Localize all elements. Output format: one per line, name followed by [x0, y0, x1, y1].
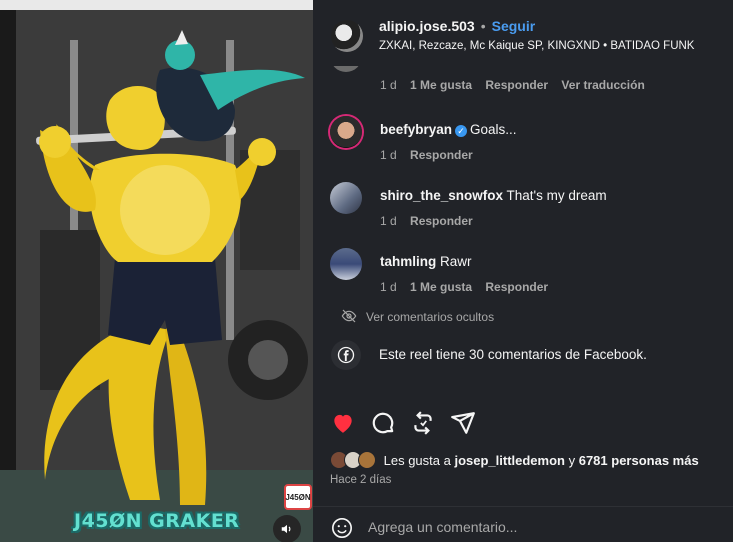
comment-avatar[interactable]: [330, 116, 362, 148]
author-line: alipio.jose.503 • Seguir: [379, 18, 535, 34]
author-avatar[interactable]: [331, 20, 363, 52]
likes-prefix: Les gusta a: [383, 453, 455, 468]
comment-meta: 1 d 1 Me gusta Responder: [380, 280, 558, 294]
comment-composer: [313, 506, 733, 542]
author-username[interactable]: alipio.jose.503: [379, 18, 475, 34]
audio-attribution[interactable]: ZXKAI, Rezcaze, Mc Kaique SP, KINGXND • …: [379, 40, 694, 52]
view-hidden-comments-button[interactable]: Ver comentarios ocultos: [341, 308, 494, 324]
comment-meta: 1 d Responder: [380, 214, 483, 228]
follow-button[interactable]: Seguir: [492, 18, 536, 34]
comment-time: 1 d: [380, 148, 397, 162]
comment-body: Goals...: [470, 122, 517, 137]
comment-avatar[interactable]: [330, 182, 362, 214]
comment-body: Rawr: [440, 254, 472, 269]
comment-meta: 1 d Responder: [380, 148, 483, 162]
comment-input[interactable]: [368, 516, 708, 538]
comment-time: 1 d: [380, 78, 397, 92]
liker-avatars: [330, 451, 380, 469]
likes-summary[interactable]: Les gusta a josep_littledemon y 6781 per…: [330, 451, 699, 469]
reply-button[interactable]: Responder: [485, 78, 548, 92]
likes-middle: y: [564, 453, 579, 468]
facebook-icon: [331, 340, 361, 370]
comment-likes-link[interactable]: 1 Me gusta: [410, 280, 472, 294]
comment-meta: 1 d 1 Me gusta Responder Ver traducción: [380, 78, 655, 92]
repost-icon[interactable]: [410, 410, 436, 436]
comment-username[interactable]: shiro_the_snowfox: [380, 188, 503, 203]
artist-logo: J45ØN: [284, 484, 312, 510]
comment-text: tahmling Rawr: [380, 254, 472, 269]
separator-dot: •: [480, 18, 486, 34]
verified-badge-icon: ✓: [455, 125, 468, 137]
reply-button[interactable]: Responder: [410, 148, 473, 162]
see-translation-link[interactable]: Ver traducción: [561, 78, 644, 92]
likes-count[interactable]: 6781 personas más: [579, 453, 699, 468]
eye-slash-icon: [341, 309, 357, 323]
speaker-icon: [281, 524, 291, 534]
comment-username[interactable]: beefybryan: [380, 122, 452, 137]
emoji-icon[interactable]: [331, 517, 353, 539]
mute-button[interactable]: [273, 515, 301, 542]
comment-time: 1 d: [380, 214, 397, 228]
comment-body: That's my dream: [506, 188, 607, 203]
comment-likes-link[interactable]: 1 Me gusta: [410, 78, 472, 92]
comment-text: shiro_the_snowfox That's my dream: [380, 188, 607, 203]
post-header: alipio.jose.503 • Seguir ZXKAI, Rezcaze, M…: [313, 0, 733, 66]
reply-button[interactable]: Responder: [485, 280, 548, 294]
post-panel: 1 d 1 Me gusta Responder Ver traducción …: [313, 0, 733, 542]
comment-time: 1 d: [380, 280, 397, 294]
comment-username[interactable]: tahmling: [380, 254, 436, 269]
view-hidden-comments-label: Ver comentarios ocultos: [366, 310, 495, 324]
like-heart-icon[interactable]: [330, 410, 356, 436]
facebook-note-text: Este reel tiene 30 comentarios de Facebo…: [379, 347, 647, 362]
reel-media[interactable]: J45ØN GRAKER J45ØN: [0, 0, 313, 542]
liker-username[interactable]: josep_littledemon: [454, 453, 565, 468]
comment-avatar[interactable]: [330, 248, 362, 280]
share-paper-plane-icon[interactable]: [450, 410, 476, 436]
reply-button[interactable]: Responder: [410, 214, 473, 228]
post-timestamp: Hace 2 días: [330, 474, 392, 486]
comment-bubble-icon[interactable]: [370, 410, 396, 436]
character-artwork: [36, 30, 305, 505]
comment-text: beefybryan ✓ Goals...: [380, 122, 517, 137]
artist-watermark: J45ØN GRAKER: [74, 510, 240, 532]
